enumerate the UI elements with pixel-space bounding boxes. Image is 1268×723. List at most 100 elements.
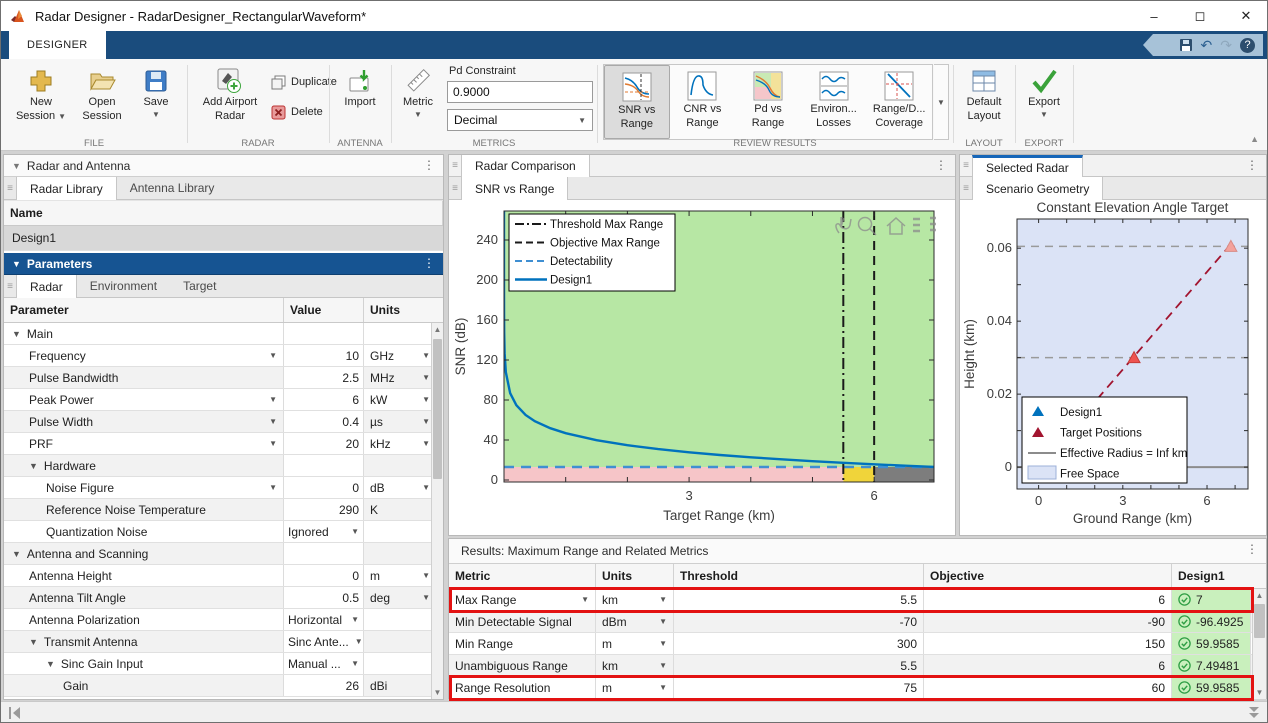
- gallery-expand-button[interactable]: ▼: [934, 64, 949, 140]
- group-collapse-icon[interactable]: ▼: [29, 461, 38, 471]
- design-row[interactable]: Design1: [4, 226, 443, 251]
- parameters-header[interactable]: ▼ Parameters ⋮: [4, 253, 443, 275]
- parameter-units-cell[interactable]: µs▼: [364, 411, 435, 432]
- parameter-row[interactable]: ▼Antenna and Scanning▼ ▼ ▼: [4, 543, 443, 565]
- threshold-cell[interactable]: 5.5: [674, 589, 924, 610]
- parameter-value-cell[interactable]: 0.4▼: [284, 411, 364, 432]
- pd-vs-range-button[interactable]: Pd vs Range: [735, 65, 801, 139]
- parameter-value-cell[interactable]: 20▼: [284, 433, 364, 454]
- units-cell[interactable]: m▼: [596, 677, 674, 698]
- radar-and-antenna-header[interactable]: ▼ Radar and Antenna ⋮: [4, 155, 443, 177]
- format-select[interactable]: Decimal ▼: [447, 109, 593, 131]
- chevron-down-icon[interactable]: ▼: [269, 439, 277, 448]
- objective-cell[interactable]: -90: [924, 611, 1172, 632]
- parameter-row[interactable]: ▼Noise Figure▼ 0▼ dB▼: [4, 477, 443, 499]
- chevron-down-icon[interactable]: ▼: [269, 351, 277, 360]
- chevron-down-icon[interactable]: ▼: [659, 617, 667, 626]
- parameter-units-cell[interactable]: ▼: [364, 543, 435, 564]
- panel-menu-icon[interactable]: ⋮: [1246, 158, 1258, 172]
- metric-cell[interactable]: Unambiguous Range▼: [449, 655, 596, 676]
- parameter-units-cell[interactable]: ▼: [364, 323, 435, 344]
- parameter-value-cell[interactable]: 0▼: [284, 477, 364, 498]
- result-row[interactable]: Max Range▼ km▼ 5.5 6 7: [449, 589, 1266, 611]
- metric-cell[interactable]: Min Detectable Signal▼: [449, 611, 596, 632]
- parameter-row[interactable]: ▼Peak Power▼ 6▼ kW▼: [4, 389, 443, 411]
- scroll-down-icon[interactable]: ▼: [1253, 686, 1266, 699]
- threshold-cell[interactable]: 5.5: [674, 655, 924, 676]
- parameters-scrollbar[interactable]: ▲ ▼: [431, 323, 443, 699]
- group-collapse-icon[interactable]: ▼: [12, 329, 21, 339]
- parameter-units-cell[interactable]: m▼: [364, 565, 435, 586]
- chevron-down-icon[interactable]: ▼: [422, 351, 430, 360]
- parameter-units-cell[interactable]: ▼: [364, 521, 435, 542]
- tab-radar-library[interactable]: Radar Library: [16, 177, 117, 200]
- chevron-down-icon[interactable]: ▼: [422, 439, 430, 448]
- parameter-value-cell[interactable]: ▼: [284, 455, 364, 476]
- parameter-row[interactable]: ▼Transmit Antenna▼ Sinc Ante...▼ ▼: [4, 631, 443, 653]
- chevron-down-icon[interactable]: ▼: [355, 637, 363, 646]
- add-airport-radar-button[interactable]: Add Airport Radar: [193, 63, 267, 137]
- scroll-up-icon[interactable]: ▲: [432, 323, 443, 336]
- parameter-value-cell[interactable]: Manual ...▼: [284, 653, 364, 674]
- chevron-down-icon[interactable]: ▼: [581, 595, 589, 604]
- chevron-down-icon[interactable]: ▼: [422, 483, 430, 492]
- objective-cell[interactable]: 150: [924, 633, 1172, 654]
- parameter-units-cell[interactable]: kHz▼: [364, 433, 435, 454]
- result-row[interactable]: Unambiguous Range▼ km▼ 5.5 6 7.49481: [449, 655, 1266, 677]
- scroll-down-icon[interactable]: ▼: [432, 686, 443, 699]
- metric-cell[interactable]: Max Range▼: [449, 589, 596, 610]
- chevron-down-icon[interactable]: ▼: [422, 571, 430, 580]
- units-cell[interactable]: m▼: [596, 633, 674, 654]
- parameter-row[interactable]: ▼Gain▼ 26▼ dBi▼: [4, 675, 443, 697]
- tab-snr-vs-range[interactable]: SNR vs Range: [461, 177, 568, 200]
- parameter-units-cell[interactable]: kW▼: [364, 389, 435, 410]
- metric-cell[interactable]: Range Resolution▼: [449, 677, 596, 698]
- chevron-down-icon[interactable]: ▼: [659, 595, 667, 604]
- parameter-units-cell[interactable]: ▼: [364, 455, 435, 476]
- redo-icon[interactable]: ↷: [1220, 38, 1232, 52]
- parameter-row[interactable]: ▼Pulse Width▼ 0.4▼ µs▼: [4, 411, 443, 433]
- tab-target[interactable]: Target: [170, 275, 229, 297]
- export-button[interactable]: Export ▼: [1020, 63, 1068, 137]
- tab-radar-comparison[interactable]: Radar Comparison: [461, 155, 590, 177]
- parameter-units-cell[interactable]: ▼: [364, 609, 435, 630]
- drag-grip-icon[interactable]: ≡: [960, 155, 972, 176]
- chevron-down-icon[interactable]: ▼: [422, 395, 430, 404]
- group-collapse-icon[interactable]: ▼: [12, 549, 21, 559]
- parameter-units-cell[interactable]: K▼: [364, 499, 435, 520]
- threshold-cell[interactable]: 75: [674, 677, 924, 698]
- parameter-value-cell[interactable]: 0▼: [284, 565, 364, 586]
- chevron-down-icon[interactable]: ▼: [351, 527, 359, 536]
- chevron-down-icon[interactable]: ▼: [659, 639, 667, 648]
- parameter-row[interactable]: ▼Hardware▼ ▼ ▼: [4, 455, 443, 477]
- result-row[interactable]: Range Resolution▼ m▼ 75 60 59.9585: [449, 677, 1266, 699]
- chevron-down-icon[interactable]: ▼: [422, 417, 430, 426]
- new-session-button[interactable]: New Session ▼: [13, 63, 69, 137]
- parameter-row[interactable]: ▼Antenna Tilt Angle▼ 0.5▼ deg▼: [4, 587, 443, 609]
- duplicate-button[interactable]: Duplicate: [271, 71, 337, 93]
- help-icon[interactable]: ?: [1240, 38, 1255, 53]
- save-icon[interactable]: [1179, 38, 1193, 52]
- cnr-vs-range-button[interactable]: CNR vs Range: [670, 65, 736, 139]
- threshold-cell[interactable]: 300: [674, 633, 924, 654]
- tab-radar[interactable]: Radar: [16, 275, 77, 298]
- tab-designer[interactable]: DESIGNER: [9, 31, 106, 59]
- collapse-panel-icon[interactable]: ▼: [12, 259, 21, 269]
- panel-menu-icon[interactable]: ⋮: [935, 158, 947, 172]
- parameter-row[interactable]: ▼Pulse Bandwidth▼ 2.5▼ MHz▼: [4, 367, 443, 389]
- parameter-units-cell[interactable]: dB▼: [364, 477, 435, 498]
- threshold-cell[interactable]: -70: [674, 611, 924, 632]
- results-scrollbar[interactable]: ▲ ▼: [1252, 589, 1266, 699]
- parameter-row[interactable]: ▼Frequency▼ 10▼ GHz▼: [4, 345, 443, 367]
- chevron-down-icon[interactable]: ▼: [422, 373, 430, 382]
- parameter-value-cell[interactable]: 10▼: [284, 345, 364, 366]
- tab-scenario-geometry[interactable]: Scenario Geometry: [972, 177, 1103, 200]
- chevron-down-icon[interactable]: ▼: [659, 683, 667, 692]
- range-doppler-coverage-button[interactable]: Range/D... Coverage: [866, 65, 932, 139]
- open-session-button[interactable]: Open Session: [71, 63, 133, 137]
- parameter-value-cell[interactable]: 2.5▼: [284, 367, 364, 388]
- import-button[interactable]: Import: [336, 63, 384, 137]
- close-button[interactable]: ✕: [1223, 1, 1268, 31]
- parameter-value-cell[interactable]: Horizontal▼: [284, 609, 364, 630]
- chevron-down-icon[interactable]: ▼: [422, 593, 430, 602]
